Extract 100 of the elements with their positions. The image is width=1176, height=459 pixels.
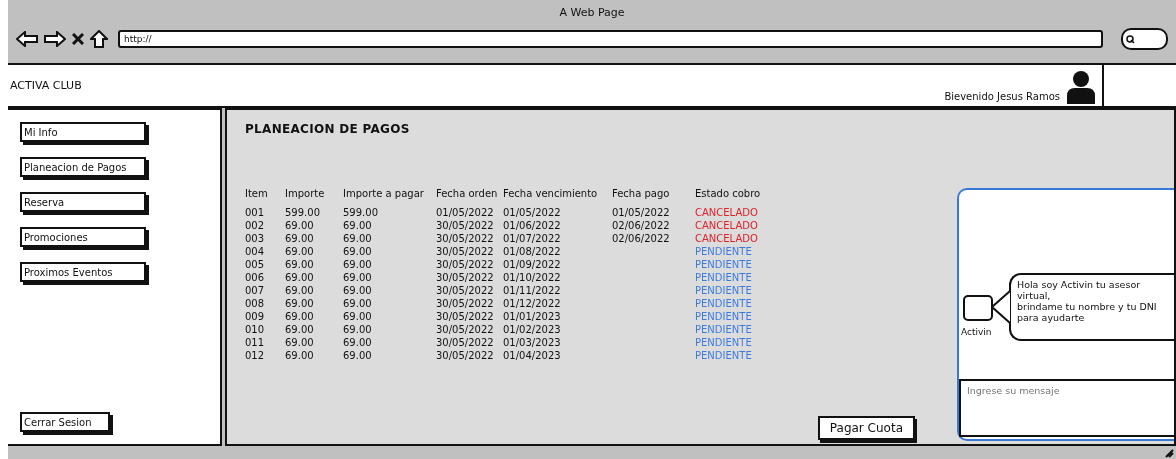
status-text: PENDIENTE: [695, 337, 753, 348]
brand-name: ACTIVA CLUB: [10, 79, 82, 92]
table-cell-text: 30/05/2022: [436, 324, 495, 335]
table-cell-text: 006: [245, 272, 266, 283]
table-cell-text: 69.00: [343, 337, 373, 348]
table-cell-text: 012: [245, 350, 266, 361]
table-cell-text: 69.00: [285, 337, 315, 348]
table-cell-text: 69.00: [343, 311, 373, 322]
table-cell-text: 69.00: [343, 246, 373, 257]
table-cell-text: 30/05/2022: [436, 233, 495, 244]
table-cell-text: 69.00: [285, 272, 315, 283]
forward-icon[interactable]: [44, 31, 66, 47]
home-icon[interactable]: [90, 30, 108, 48]
bubble-pointer-icon: [991, 287, 1011, 327]
column-header: Importe a pagar: [343, 188, 425, 199]
table-cell-text: 69.00: [285, 298, 315, 309]
table-cell-text: 69.00: [285, 311, 315, 322]
page-title: PLANEACION DE PAGOS: [245, 122, 411, 136]
table-cell-text: 30/05/2022: [436, 246, 495, 257]
table-cell-text: 009: [245, 311, 266, 322]
status-text: PENDIENTE: [695, 350, 753, 361]
sidebar-button[interactable]: Reserva: [20, 192, 146, 212]
table-cell-text: 01/05/2022: [436, 207, 495, 218]
table-cell-text: 30/05/2022: [436, 285, 495, 296]
table-cell-text: 01/07/2022: [503, 233, 562, 244]
table-cell-text: 011: [245, 337, 266, 348]
table-cell-text: 007: [245, 285, 266, 296]
sidebar-button[interactable]: Planeacion de Pagos: [20, 157, 146, 177]
table-cell-text: 69.00: [285, 285, 315, 296]
table-cell-text: 69.00: [343, 272, 373, 283]
status-text: CANCELADO: [695, 220, 759, 231]
table-cell-text: 30/05/2022: [436, 298, 495, 309]
table-cell-text: 01/05/2022: [503, 207, 562, 218]
pay-button[interactable]: Pagar Cuota: [817, 416, 915, 440]
column-header: Item: [245, 188, 269, 199]
welcome-text: Bievenido Jesus Ramos: [944, 91, 1060, 104]
table-cell-text: 01/10/2022: [503, 272, 562, 283]
table-cell-text: 008: [245, 298, 266, 309]
table-cell-text: 002: [245, 220, 266, 231]
table-cell-text: 005: [245, 259, 266, 270]
table-cell-text: 01/02/2023: [503, 324, 562, 335]
table-cell-text: 01/08/2022: [503, 246, 562, 257]
table-cell-text: 599.00: [285, 207, 321, 218]
status-text: PENDIENTE: [695, 298, 753, 309]
status-text: CANCELADO: [695, 233, 759, 244]
logout-button[interactable]: Cerrar Sesion: [20, 412, 110, 432]
column-header: Fecha vencimiento: [503, 188, 599, 199]
table-cell-text: 01/12/2022: [503, 298, 562, 309]
table-cell-text: 69.00: [343, 298, 373, 309]
table-cell-text: 30/05/2022: [436, 272, 495, 283]
table-cell-text: 69.00: [285, 220, 315, 231]
table-cell-text: 30/05/2022: [436, 220, 495, 231]
status-text: PENDIENTE: [695, 311, 753, 322]
column-header: Estado cobro: [695, 188, 762, 199]
column-header: Fecha pago: [612, 188, 671, 199]
table-cell-text: 01/01/2023: [503, 311, 562, 322]
user-avatar-icon: [1066, 70, 1096, 104]
sidebar-button[interactable]: Proximos Eventos: [20, 262, 146, 282]
table-cell-text: 02/06/2022: [612, 220, 671, 231]
resize-handle-icon[interactable]: [1164, 448, 1174, 458]
status-text: CANCELADO: [695, 207, 759, 218]
table-cell-text: 01/11/2022: [503, 285, 562, 296]
table-cell-text: 69.00: [343, 259, 373, 270]
back-icon[interactable]: [16, 31, 38, 47]
bot-name: Activin: [961, 327, 992, 337]
window-title: A Web Page: [559, 6, 625, 21]
table-cell-text: 004: [245, 246, 266, 257]
url-field[interactable]: http://: [118, 30, 1103, 48]
table-cell-text: 02/06/2022: [612, 233, 671, 244]
table-cell-text: 69.00: [343, 285, 373, 296]
table-cell-text: 69.00: [343, 324, 373, 335]
table-cell-text: 30/05/2022: [436, 259, 495, 270]
table-cell-text: 69.00: [285, 246, 315, 257]
table-cell-text: 01/05/2022: [612, 207, 671, 218]
status-text: PENDIENTE: [695, 324, 753, 335]
search-field[interactable]: [1121, 28, 1168, 50]
message-field[interactable]: Ingrese su mensaje: [959, 379, 1174, 437]
sidebar-button[interactable]: Mi Info: [20, 122, 146, 142]
column-header: Importe: [285, 188, 326, 199]
table-cell-text: 001: [245, 207, 266, 218]
table-cell-text: 01/06/2022: [503, 220, 562, 231]
table-cell-text: 30/05/2022: [436, 337, 495, 348]
status-text: PENDIENTE: [695, 259, 753, 270]
table-cell-text: 69.00: [285, 233, 315, 244]
table-cell-text: 010: [245, 324, 266, 335]
bot-avatar: [963, 295, 993, 321]
status-text: PENDIENTE: [695, 272, 753, 283]
table-cell-text: 01/09/2022: [503, 259, 562, 270]
table-cell-text: 599.00: [343, 207, 379, 218]
table-cell-text: 69.00: [285, 259, 315, 270]
table-cell-text: 30/05/2022: [436, 350, 495, 361]
table-cell-text: 003: [245, 233, 266, 244]
table-cell-text: 30/05/2022: [436, 311, 495, 322]
status-text: PENDIENTE: [695, 285, 753, 296]
search-icon: [1126, 34, 1135, 44]
close-icon[interactable]: [72, 33, 84, 45]
table-cell-text: 69.00: [343, 233, 373, 244]
table-cell-text: 69.00: [285, 324, 315, 335]
sidebar-button[interactable]: Promociones: [20, 227, 146, 247]
status-text: PENDIENTE: [695, 246, 753, 257]
